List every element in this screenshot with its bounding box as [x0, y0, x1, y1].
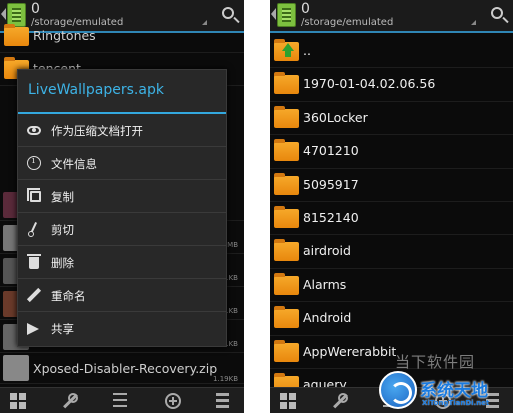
list-item[interactable]: 360Locker	[270, 102, 513, 136]
file-size: 1.19KB	[213, 375, 238, 383]
file-name: Ringtones	[33, 28, 96, 43]
file-name: 4701210	[303, 143, 359, 159]
bottom-toolbar	[0, 387, 244, 413]
eye-icon	[27, 126, 41, 135]
file-list: .. 1970-01-04.02.06.56 360Locker 4701210…	[270, 35, 513, 413]
list-item[interactable]: Android	[270, 302, 513, 336]
file-name: Xposed-Disabler-Recovery.zip	[33, 361, 218, 376]
share-icon	[27, 323, 39, 335]
left-screen: 0 /storage/emulated Ringtones tencent 1M…	[0, 0, 244, 413]
context-menu: LiveWallpapers.apk 作为压缩文档打开 文件信息 复制 剪切 删…	[17, 69, 227, 347]
list-item[interactable]: 1970-01-04.02.06.56	[270, 68, 513, 102]
search-icon[interactable]	[491, 7, 503, 19]
list-item[interactable]: Ringtones	[0, 20, 244, 53]
watermark-url: XiTongTianDi.net	[422, 399, 490, 407]
file-name: airdroid	[303, 243, 351, 259]
title-bar: 0 /storage/emulated	[270, 0, 513, 33]
folder-icon	[274, 72, 299, 95]
folder-icon	[274, 139, 299, 162]
file-name: ..	[303, 43, 311, 58]
menu-item-label: 共享	[51, 322, 74, 336]
menu-item-label: 重命名	[51, 289, 86, 303]
file-name: 1970-01-04.02.06.56	[303, 76, 436, 92]
folder-icon	[274, 105, 299, 128]
list-item[interactable]: Xposed-Disabler-Recovery.zip 1.19KB	[0, 351, 244, 384]
path-dropdown-icon[interactable]	[471, 20, 476, 25]
menu-item-delete[interactable]: 删除	[18, 246, 226, 279]
file-name: Alarms	[303, 276, 347, 292]
trash-icon	[27, 254, 41, 269]
menu-item-label: 文件信息	[51, 157, 97, 171]
menu-icon[interactable]	[216, 393, 229, 409]
grid-icon[interactable]	[280, 393, 296, 409]
folder-icon	[274, 306, 299, 329]
watermark-brand: 系统天地	[420, 381, 488, 401]
menu-item-rename[interactable]: 重命名	[18, 279, 226, 312]
wrench-icon[interactable]	[332, 393, 348, 409]
right-screen: 0 /storage/emulated .. 1970-01-04.02.06.…	[270, 0, 513, 413]
watermark-logo-icon	[379, 371, 417, 409]
folder-icon	[274, 239, 299, 262]
header-title: 0	[301, 1, 310, 17]
current-path[interactable]: /storage/emulated	[301, 17, 393, 28]
list-item-parent[interactable]: ..	[270, 35, 513, 69]
wrench-icon[interactable]	[62, 393, 78, 409]
plus-icon[interactable]	[165, 393, 181, 409]
pencil-icon	[27, 288, 41, 302]
back-icon[interactable]	[271, 8, 276, 20]
file-name: Android	[303, 310, 352, 326]
menu-item-label: 作为压缩文档打开	[51, 124, 143, 138]
app-logo-icon	[277, 3, 296, 27]
sort-icon[interactable]	[113, 393, 127, 409]
folder-icon	[274, 339, 299, 362]
folder-icon	[274, 272, 299, 295]
menu-item-label: 删除	[51, 256, 74, 270]
menu-item-label: 剪切	[51, 223, 74, 237]
menu-item-open-as-archive[interactable]: 作为压缩文档打开	[18, 114, 226, 147]
parent-folder-icon	[274, 39, 299, 61]
list-item[interactable]: airdroid	[270, 235, 513, 269]
search-icon[interactable]	[222, 7, 234, 19]
menu-item-label: 复制	[51, 190, 74, 204]
folder-icon	[4, 24, 29, 46]
file-name: 5095917	[303, 176, 359, 192]
grid-icon[interactable]	[10, 393, 26, 409]
list-item[interactable]: AppWererabbit	[270, 336, 513, 369]
copy-icon	[27, 188, 41, 202]
menu-item-copy[interactable]: 复制	[18, 180, 226, 213]
folder-icon	[274, 172, 299, 195]
header-title: 0	[31, 1, 40, 17]
folder-icon	[274, 205, 299, 228]
list-item[interactable]: 4701210	[270, 135, 513, 169]
menu-item-cut[interactable]: 剪切	[18, 213, 226, 246]
file-name: 360Locker	[303, 109, 368, 125]
info-icon	[27, 156, 41, 170]
back-icon[interactable]	[1, 8, 6, 20]
list-item[interactable]: 8152140	[270, 202, 513, 236]
menu-item-share[interactable]: 共享	[18, 312, 226, 345]
list-item[interactable]: Alarms	[270, 269, 513, 303]
scissors-icon	[27, 222, 41, 237]
zip-file-icon	[3, 355, 29, 381]
up-arrow-icon	[282, 43, 294, 57]
watermark-text: 当下软件园	[395, 353, 476, 371]
file-name: 8152140	[303, 209, 359, 225]
menu-item-file-info[interactable]: 文件信息	[18, 147, 226, 180]
context-menu-title: LiveWallpapers.apk	[28, 82, 164, 98]
file-name: AppWererabbit	[303, 343, 397, 359]
list-item[interactable]: 5095917	[270, 169, 513, 202]
